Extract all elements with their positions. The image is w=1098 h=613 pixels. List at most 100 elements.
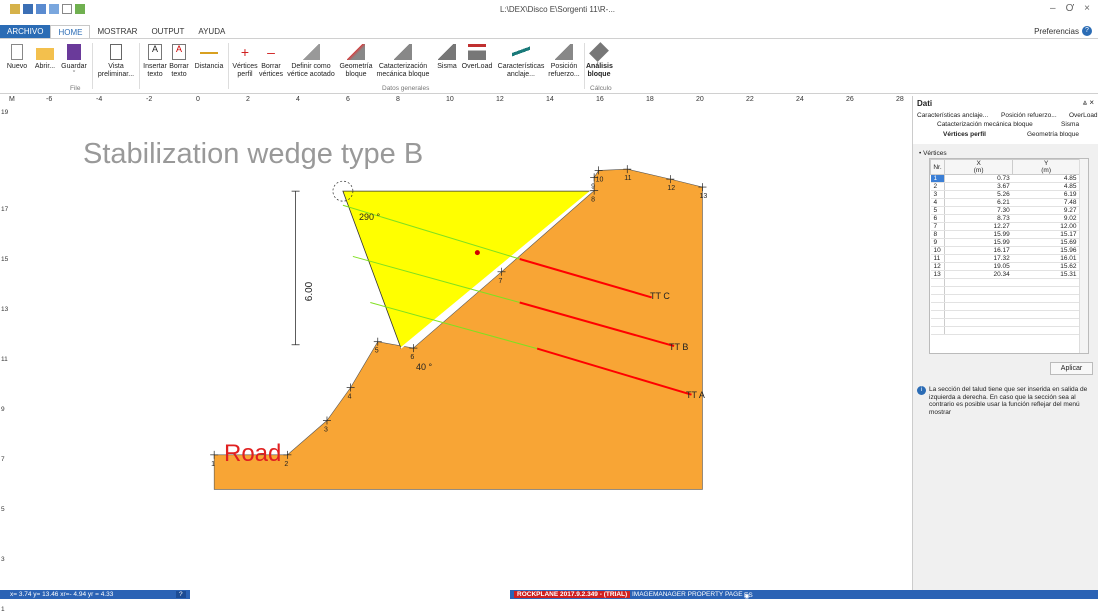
cell-x[interactable]: 17.32 <box>944 254 1013 263</box>
empty-row[interactable] <box>930 294 1080 303</box>
cell-y[interactable]: 16.01 <box>1012 254 1080 263</box>
cell-nr[interactable]: 11 <box>930 254 945 263</box>
cell-y[interactable]: 4.85 <box>1012 174 1080 183</box>
cell-nr[interactable]: 3 <box>930 190 945 199</box>
empty-cell[interactable] <box>1012 286 1080 295</box>
empty-cell[interactable] <box>1012 294 1080 303</box>
tab-archivo[interactable]: ARCHIVO <box>0 25 51 38</box>
cell-nr[interactable]: 8 <box>930 230 945 239</box>
empty-row[interactable] <box>930 302 1080 311</box>
empty-cell[interactable] <box>944 310 1013 319</box>
slope-drawing[interactable]: 1 2345678910 111213 <box>10 106 910 590</box>
restore-button[interactable]: Ơ <box>1066 3 1075 14</box>
table-scrollbar[interactable] <box>1079 159 1088 353</box>
empty-cell[interactable] <box>930 286 945 295</box>
drawing-canvas[interactable]: 1 2 3 4 5 6 7 8 9 10 11 12 13 Stabilization wedge ty… <box>10 106 910 590</box>
table-row[interactable]: 4 6.21 7.48 <box>930 198 1080 207</box>
open-button[interactable]: Abrir... <box>32 44 58 71</box>
tab-home[interactable]: HOME <box>50 25 91 38</box>
cell-x[interactable]: 15.99 <box>944 238 1013 247</box>
close-button[interactable]: × <box>1084 3 1090 14</box>
empty-row[interactable] <box>930 326 1080 335</box>
table-row[interactable]: 10 16.17 15.96 <box>930 246 1080 255</box>
cell-nr[interactable]: 9 <box>930 238 945 247</box>
empty-cell[interactable] <box>944 294 1013 303</box>
add-vertex-button[interactable]: + Vértices perfil <box>231 44 259 79</box>
block-analysis-button[interactable]: Análisis bloque <box>586 42 613 79</box>
cell-x[interactable]: 0.73 <box>944 174 1013 183</box>
seismic-button[interactable]: Sisma <box>434 44 460 71</box>
empty-cell[interactable] <box>944 286 1013 295</box>
empty-cell[interactable] <box>930 326 945 335</box>
empty-cell[interactable] <box>930 318 945 327</box>
insert-text-button[interactable]: A Insertar texto <box>142 44 168 79</box>
empty-cell[interactable] <box>944 318 1013 327</box>
block-mechanics-button[interactable]: Catacterización mecánica bloque <box>376 44 430 79</box>
tab-mostrar[interactable]: MOSTRAR <box>90 25 144 38</box>
empty-cell[interactable] <box>944 278 1013 287</box>
cell-y[interactable]: 9.02 <box>1012 214 1080 223</box>
table-row[interactable]: 7 12.27 12.00 <box>930 222 1080 231</box>
cell-nr[interactable]: 1 <box>930 174 945 183</box>
overload-button[interactable]: OverLoad <box>461 44 493 71</box>
cell-nr[interactable]: 10 <box>930 246 945 255</box>
cell-x[interactable]: 8.73 <box>944 214 1013 223</box>
new-button[interactable]: Nuevo <box>6 44 28 71</box>
table-row[interactable]: 8 15.99 15.17 <box>930 230 1080 239</box>
customize-icon[interactable] <box>75 4 85 14</box>
tab-overload[interactable]: OverLoad <box>1069 112 1098 119</box>
table-row[interactable]: 6 8.73 9.02 <box>930 214 1080 223</box>
cell-y[interactable]: 4.85 <box>1012 182 1080 191</box>
cell-nr[interactable]: 12 <box>930 262 945 271</box>
cell-y[interactable]: 15.31 <box>1012 270 1080 279</box>
cell-y[interactable]: 15.96 <box>1012 246 1080 255</box>
table-row[interactable]: 13 20.34 15.31 <box>930 270 1080 279</box>
anchor-button[interactable]: Características anclaje... <box>496 44 546 79</box>
cell-x[interactable]: 12.27 <box>944 222 1013 231</box>
empty-cell[interactable] <box>1012 278 1080 287</box>
empty-cell[interactable] <box>930 310 945 319</box>
empty-cell[interactable] <box>944 302 1013 311</box>
print-preview-button[interactable]: Vista preliminar... <box>96 44 136 79</box>
cell-x[interactable]: 20.34 <box>944 270 1013 279</box>
empty-cell[interactable] <box>1012 302 1080 311</box>
cell-y[interactable]: 7.48 <box>1012 198 1080 207</box>
cell-y[interactable]: 12.00 <box>1012 222 1080 231</box>
cell-x[interactable]: 16.17 <box>944 246 1013 255</box>
empty-cell[interactable] <box>944 326 1013 335</box>
cell-y[interactable]: 15.17 <box>1012 230 1080 239</box>
table-row[interactable]: 12 19.05 15.62 <box>930 262 1080 271</box>
empty-cell[interactable] <box>1012 310 1080 319</box>
print-icon[interactable] <box>36 4 46 14</box>
empty-row[interactable] <box>930 310 1080 319</box>
table-row[interactable]: 5 7.30 9.27 <box>930 206 1080 215</box>
delete-text-button[interactable]: A Borrar texto <box>168 44 190 79</box>
tab-block-geometry[interactable]: Geometría bloque <box>1027 131 1079 138</box>
hand-icon[interactable] <box>62 4 72 14</box>
cell-y[interactable]: 6.19 <box>1012 190 1080 199</box>
table-row[interactable]: 3 5.26 6.19 <box>930 190 1080 199</box>
cell-nr[interactable]: 6 <box>930 214 945 223</box>
cell-y[interactable]: 15.62 <box>1012 262 1080 271</box>
cell-x[interactable]: 6.21 <box>944 198 1013 207</box>
save-icon[interactable] <box>23 4 33 14</box>
tab-output[interactable]: OUTPUT <box>144 25 191 38</box>
cell-nr[interactable]: 13 <box>930 270 945 279</box>
empty-cell[interactable] <box>1012 318 1080 327</box>
tab-block-mechanics[interactable]: Catacterización mecánica bloque <box>937 121 1033 128</box>
cell-x[interactable]: 19.05 <box>944 262 1013 271</box>
table-row[interactable]: 9 15.99 15.69 <box>930 238 1080 247</box>
minimize-button[interactable]: – <box>1050 3 1056 14</box>
panel-pin-close[interactable]: ⩓ × <box>1083 98 1094 108</box>
tab-profile-vertices[interactable]: Vértices perfil <box>943 131 986 138</box>
block-geometry-button[interactable]: Geometría bloque <box>338 44 374 79</box>
table-row[interactable]: 11 17.32 16.01 <box>930 254 1080 263</box>
empty-cell[interactable] <box>1012 326 1080 335</box>
tab-reinforcement-position[interactable]: Posición refuerzo... <box>1001 112 1057 119</box>
apply-button[interactable]: Aplicar <box>1050 362 1093 375</box>
status-input[interactable] <box>190 590 510 599</box>
cell-nr[interactable]: 5 <box>930 206 945 215</box>
tab-seismic[interactable]: Sisma <box>1061 121 1079 128</box>
vertices-table[interactable]: Nr. X (m) Y (m) 1 0.73 4.85 2 3.67 4.85 3 5.26 6.1… <box>929 158 1089 354</box>
zoom-icon[interactable] <box>49 4 59 14</box>
